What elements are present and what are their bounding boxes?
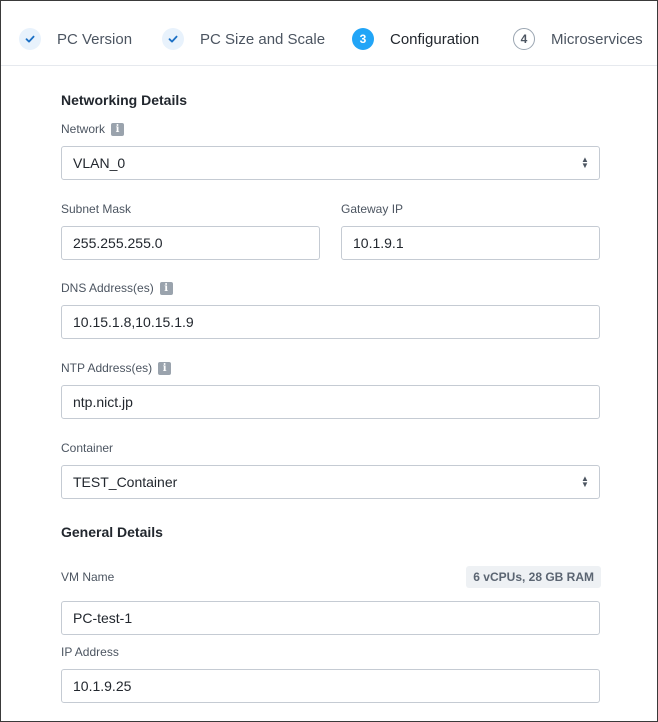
step-pc-version[interactable]: PC Version	[19, 28, 132, 50]
container-select[interactable]: TEST_Container ▲ ▼	[61, 465, 600, 499]
gateway-ip-label: Gateway IP	[341, 202, 404, 216]
step-label: Microservices	[551, 30, 643, 48]
check-icon	[162, 28, 184, 50]
check-icon	[19, 28, 41, 50]
vm-name-label: VM Name	[61, 570, 115, 584]
gateway-ip-input[interactable]: 10.1.9.1	[341, 226, 600, 260]
step-label: Configuration	[390, 30, 480, 48]
info-icon[interactable]: i	[158, 361, 172, 375]
networking-details-title: Networking Details	[61, 92, 188, 108]
vm-spec-badge: 6 vCPUs, 28 GB RAM	[466, 566, 601, 588]
container-label: Container	[61, 441, 114, 455]
dns-addresses-label: DNS Address(es) i	[61, 281, 173, 295]
info-icon[interactable]: i	[111, 122, 125, 136]
ip-address-input[interactable]: 10.1.9.25	[61, 669, 600, 703]
step-number: 4	[513, 28, 535, 50]
select-arrows-icon: ▲ ▼	[581, 155, 589, 170]
step-pc-size-and-scale[interactable]: PC Size and Scale	[162, 28, 325, 50]
subnet-mask-input[interactable]: 255.255.255.0	[61, 226, 320, 260]
step-number: 3	[352, 28, 374, 50]
step-label: PC Size and Scale	[200, 30, 326, 48]
general-details-title: General Details	[61, 524, 163, 540]
info-icon[interactable]: i	[159, 281, 173, 295]
step-configuration[interactable]: 3 Configuration	[352, 28, 479, 50]
step-label: PC Version	[57, 30, 133, 48]
network-select[interactable]: VLAN_0 ▲ ▼	[61, 146, 600, 180]
network-label: Network i	[61, 122, 125, 136]
ntp-addresses-label: NTP Address(es) i	[61, 361, 172, 375]
subnet-mask-label: Subnet Mask	[61, 202, 132, 216]
vm-name-input[interactable]: PC-test-1	[61, 601, 600, 635]
ip-address-label: IP Address	[61, 645, 119, 659]
select-arrows-icon: ▲ ▼	[581, 474, 589, 489]
wizard-stepper: PC Version PC Size and Scale 3 Configura…	[1, 1, 657, 66]
ntp-addresses-input[interactable]: ntp.nict.jp	[61, 385, 600, 419]
step-microservices[interactable]: 4 Microservices	[513, 28, 643, 50]
dns-addresses-input[interactable]: 10.15.1.8,10.15.1.9	[61, 305, 600, 339]
wizard-panel: PC Version PC Size and Scale 3 Configura…	[0, 0, 658, 722]
